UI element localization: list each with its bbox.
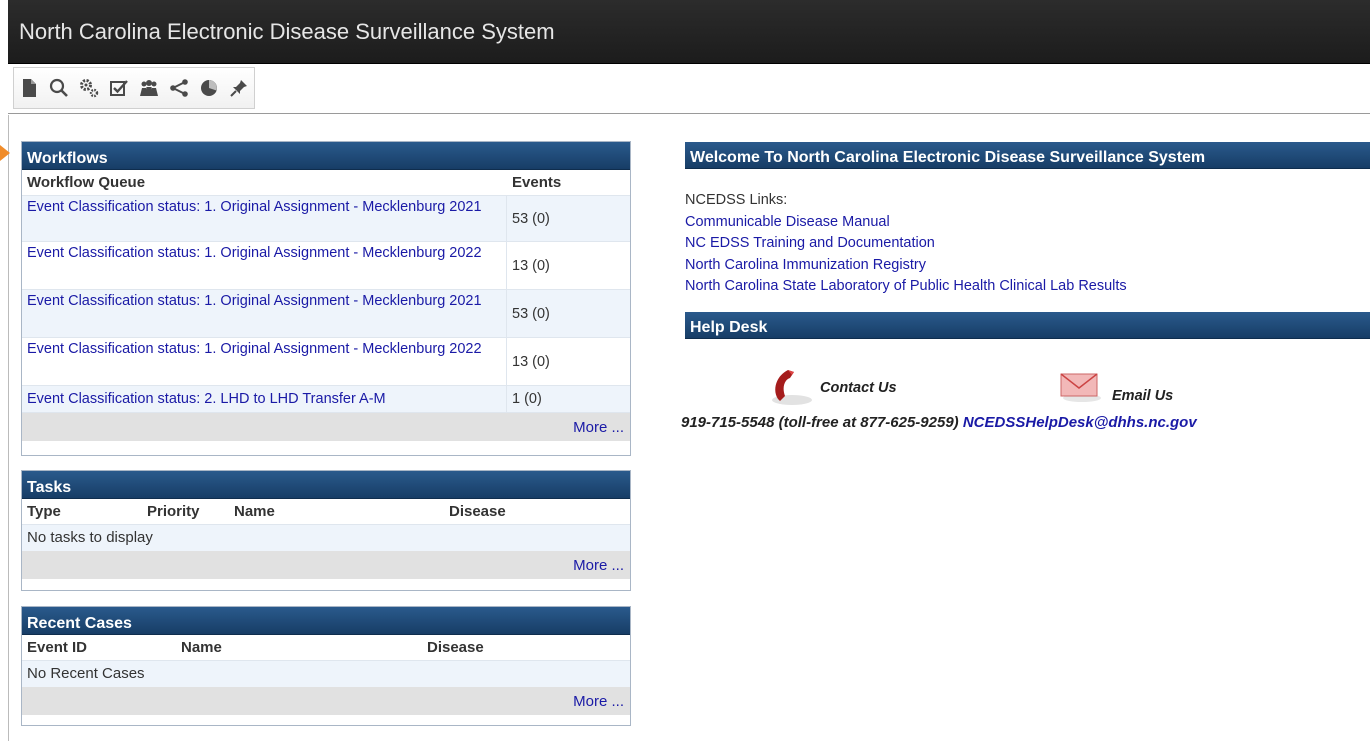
phone-icon[interactable] — [768, 366, 814, 406]
link-state-lab-results[interactable]: North Carolina State Laboratory of Publi… — [685, 276, 1127, 298]
pointer-arrow-icon — [0, 145, 10, 161]
link-immunization-registry[interactable]: North Carolina Immunization Registry — [685, 255, 1127, 277]
toolbar — [8, 64, 1370, 114]
app-title: North Carolina Electronic Disease Survei… — [19, 19, 555, 44]
table-row[interactable]: Event Classification status: 2. LHD to L… — [22, 386, 630, 413]
tasks-empty-message: No tasks to display — [22, 525, 630, 551]
checkbox-icon[interactable] — [104, 68, 134, 108]
email-icon[interactable] — [1058, 368, 1102, 402]
recent-col-disease: Disease — [427, 639, 484, 656]
workflows-more-bar: More ... — [22, 413, 630, 441]
welcome-title: Welcome To North Carolina Electronic Dis… — [685, 142, 1370, 169]
events-count: 1 (0) — [512, 391, 542, 407]
help-contact-line: 919-715-5548 (toll-free at 877-625-9259)… — [681, 414, 1197, 431]
table-row[interactable]: Event Classification status: 1. Original… — [22, 242, 630, 290]
new-document-icon[interactable] — [14, 68, 44, 108]
people-icon[interactable] — [134, 68, 164, 108]
recent-cases-panel: Recent Cases Event ID Name Disease No Re… — [21, 606, 631, 726]
tasks-more-link[interactable]: More ... — [573, 557, 624, 574]
tasks-col-priority: Priority — [147, 503, 200, 520]
table-row[interactable]: Event Classification status: 1. Original… — [22, 290, 630, 338]
workflows-panel: Workflows Workflow Queue Events Event Cl… — [21, 141, 631, 456]
pin-icon[interactable] — [224, 68, 254, 108]
events-count: 13 (0) — [512, 257, 550, 274]
table-row[interactable]: Event Classification status: 1. Original… — [22, 338, 630, 386]
table-row[interactable]: Event Classification status: 1. Original… — [22, 196, 630, 242]
events-count: 13 (0) — [512, 353, 550, 370]
help-desk-title: Help Desk — [685, 312, 1370, 339]
share-icon[interactable] — [164, 68, 194, 108]
search-icon[interactable] — [44, 68, 74, 108]
link-training-documentation[interactable]: NC EDSS Training and Documentation — [685, 233, 1127, 255]
recent-cases-title: Recent Cases — [22, 607, 630, 635]
tasks-title: Tasks — [22, 471, 630, 499]
ncedss-links: NCEDSS Links: Communicable Disease Manua… — [685, 190, 1127, 298]
recent-empty-message: No Recent Cases — [22, 661, 630, 687]
tasks-panel: Tasks Type Priority Name Disease No task… — [21, 470, 631, 591]
workflow-queue-link[interactable]: Event Classification status: 2. LHD to L… — [22, 386, 507, 412]
workflow-queue-link[interactable]: Event Classification status: 1. Original… — [22, 338, 507, 385]
app-header: North Carolina Electronic Disease Survei… — [8, 0, 1370, 64]
events-count: 53 (0) — [512, 210, 550, 227]
workflows-more-link[interactable]: More ... — [573, 419, 624, 436]
events-count: 53 (0) — [512, 305, 550, 322]
link-communicable-disease-manual[interactable]: Communicable Disease Manual — [685, 212, 1127, 234]
workflow-queue-link[interactable]: Event Classification status: 1. Original… — [22, 242, 507, 289]
recent-header-row: Event ID Name Disease — [22, 635, 630, 661]
tasks-col-disease: Disease — [449, 503, 506, 520]
help-email-link[interactable]: NCEDSSHelpDesk@dhhs.nc.gov — [963, 414, 1197, 431]
contact-us-label[interactable]: Contact Us — [820, 380, 897, 396]
workflow-queue-link[interactable]: Event Classification status: 1. Original… — [22, 290, 507, 337]
tasks-col-name: Name — [234, 503, 275, 520]
recent-col-event-id: Event ID — [27, 639, 88, 656]
workflows-title: Workflows — [22, 142, 630, 170]
tasks-col-type: Type — [27, 503, 61, 520]
recent-more-bar: More ... — [22, 687, 630, 715]
links-label: NCEDSS Links: — [685, 192, 788, 208]
recent-more-link[interactable]: More ... — [573, 693, 624, 710]
help-phone: 919-715-5548 (toll-free at 877-625-9259) — [681, 414, 959, 431]
tasks-header-row: Type Priority Name Disease — [22, 499, 630, 525]
workflows-header-row: Workflow Queue Events — [22, 170, 630, 196]
pie-chart-icon[interactable] — [194, 68, 224, 108]
recent-col-name: Name — [181, 639, 222, 656]
toolbar-group — [13, 67, 255, 109]
gears-icon[interactable] — [74, 68, 104, 108]
tasks-more-bar: More ... — [22, 551, 630, 579]
workflow-queue-header: Workflow Queue — [27, 174, 146, 191]
events-header: Events — [512, 174, 562, 191]
workflow-queue-link[interactable]: Event Classification status: 1. Original… — [22, 196, 507, 241]
email-us-label[interactable]: Email Us — [1112, 388, 1173, 404]
